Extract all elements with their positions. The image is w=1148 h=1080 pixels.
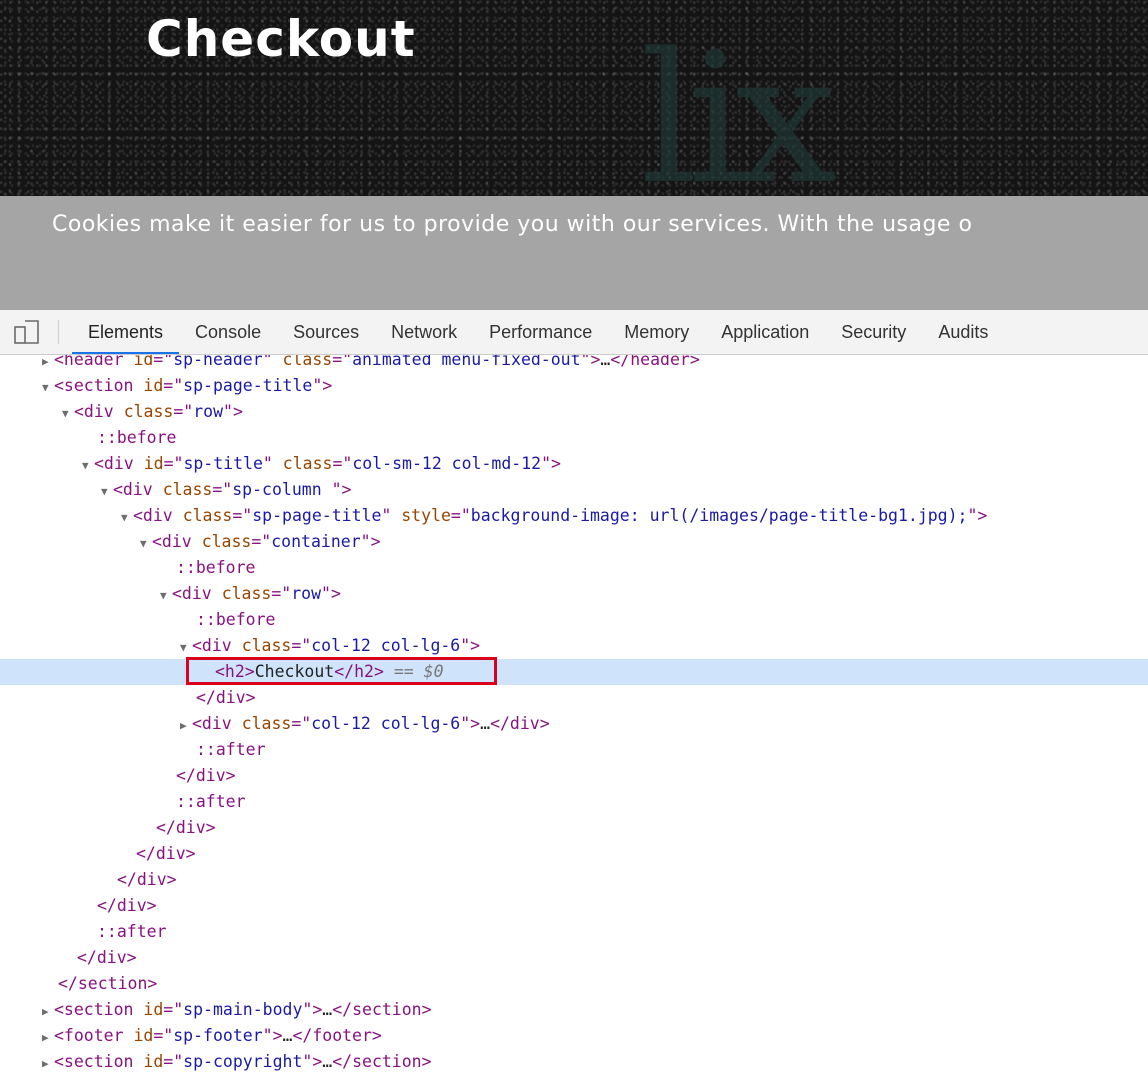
collapse-arrow-icon[interactable]: ▼ bbox=[160, 583, 172, 609]
tree-node-close-div[interactable]: </div> bbox=[0, 893, 1148, 919]
tree-node-div-sp-column[interactable]: ▼ <div class="sp-column "> bbox=[0, 477, 1148, 503]
tree-node-pseudo-after[interactable]: ::after bbox=[0, 919, 1148, 945]
tree-node-pseudo-before[interactable]: ::before bbox=[0, 607, 1148, 633]
page-title-banner: lix Checkout bbox=[0, 0, 1148, 196]
cookie-message: Cookies make it easier for us to provide… bbox=[52, 212, 973, 237]
elements-tree: ▶ <header id="sp-header" class="animated … bbox=[0, 355, 1148, 1080]
collapse-arrow-icon[interactable]: ▼ bbox=[121, 505, 133, 531]
tab-console[interactable]: Console bbox=[179, 310, 277, 354]
tree-node-pseudo-before[interactable]: ::before bbox=[0, 555, 1148, 581]
tree-node-div-sp-page-title[interactable]: ▼ <div class="sp-page-title" style="backg… bbox=[0, 503, 1148, 529]
background-image: lix bbox=[640, 15, 837, 197]
tree-node-div-col-collapsed[interactable]: ▶ <div class="col-12 col-lg-6">…</div> bbox=[0, 711, 1148, 737]
collapse-arrow-icon[interactable]: ▼ bbox=[140, 531, 152, 557]
highlight-annotation-box bbox=[186, 657, 497, 685]
tab-security[interactable]: Security bbox=[825, 310, 922, 354]
device-toolbar-icon[interactable] bbox=[14, 320, 40, 344]
page-title: Checkout bbox=[146, 10, 416, 68]
tab-performance[interactable]: Performance bbox=[473, 310, 608, 354]
tree-node-div-row[interactable]: ▼ <div class="row"> bbox=[0, 581, 1148, 607]
tree-node-close-div[interactable]: </div> bbox=[0, 763, 1148, 789]
tree-node-close-div[interactable]: </div> bbox=[0, 815, 1148, 841]
tree-node-close-div[interactable]: </div> bbox=[0, 945, 1148, 971]
tab-memory[interactable]: Memory bbox=[608, 310, 705, 354]
collapse-arrow-icon[interactable]: ▼ bbox=[82, 453, 94, 479]
tab-elements[interactable]: Elements bbox=[72, 310, 180, 354]
tree-node-close-section[interactable]: </section> bbox=[0, 971, 1148, 997]
tree-node-pseudo-before[interactable]: ::before bbox=[0, 425, 1148, 451]
tree-node-div-col[interactable]: ▼ <div class="col-12 col-lg-6"> bbox=[0, 633, 1148, 659]
tree-node-pseudo-after[interactable]: ::after bbox=[0, 789, 1148, 815]
tree-node-section-page-title[interactable]: ▼ <section id="sp-page-title"> bbox=[0, 373, 1148, 399]
cookie-bar: Cookies make it easier for us to provide… bbox=[0, 196, 1148, 310]
tab-sources[interactable]: Sources bbox=[277, 310, 375, 354]
tree-node-div-sp-title[interactable]: ▼ <div id="sp-title" class="col-sm-12 col… bbox=[0, 451, 1148, 477]
tree-node-pseudo-after[interactable]: ::after bbox=[0, 737, 1148, 763]
expand-arrow-icon[interactable]: ▶ bbox=[42, 1025, 54, 1051]
tab-audits[interactable]: Audits bbox=[922, 310, 1004, 354]
tree-node-div-row[interactable]: ▼ <div class="row"> bbox=[0, 399, 1148, 425]
tree-node-section-copyright[interactable]: ▶ <section id="sp-copyright">…</section> bbox=[0, 1049, 1148, 1075]
collapse-arrow-icon[interactable]: ▼ bbox=[101, 479, 113, 505]
tab-network[interactable]: Network bbox=[375, 310, 473, 354]
tab-application[interactable]: Application bbox=[705, 310, 825, 354]
tree-node-close-div[interactable]: </div> bbox=[0, 841, 1148, 867]
devtools-tabs: Elements Console Sources Network Perform… bbox=[72, 310, 1004, 354]
tree-node-close-div[interactable]: </div> bbox=[0, 685, 1148, 711]
devtools-tab-bar: Elements Console Sources Network Perform… bbox=[0, 310, 1148, 355]
tree-node-div-container[interactable]: ▼ <div class="container"> bbox=[0, 529, 1148, 555]
toolbar-divider bbox=[58, 320, 59, 344]
expand-arrow-icon[interactable]: ▶ bbox=[42, 355, 54, 375]
tree-node-footer[interactable]: ▶ <footer id="sp-footer">…</footer> bbox=[0, 1023, 1148, 1049]
tree-node-section-main-body[interactable]: ▶ <section id="sp-main-body">…</section> bbox=[0, 997, 1148, 1023]
expand-arrow-icon[interactable]: ▶ bbox=[180, 713, 192, 739]
tree-node-h2-selected[interactable]: <h2>Checkout</h2> == $0 bbox=[0, 659, 1148, 685]
expand-arrow-icon[interactable]: ▶ bbox=[42, 999, 54, 1025]
expand-arrow-icon[interactable]: ▶ bbox=[42, 1051, 54, 1077]
collapse-arrow-icon[interactable]: ▼ bbox=[62, 401, 74, 427]
tree-node-close-div[interactable]: </div> bbox=[0, 867, 1148, 893]
collapse-arrow-icon[interactable]: ▼ bbox=[42, 375, 54, 401]
tree-node-header[interactable]: ▶ <header id="sp-header" class="animated … bbox=[0, 355, 1148, 373]
